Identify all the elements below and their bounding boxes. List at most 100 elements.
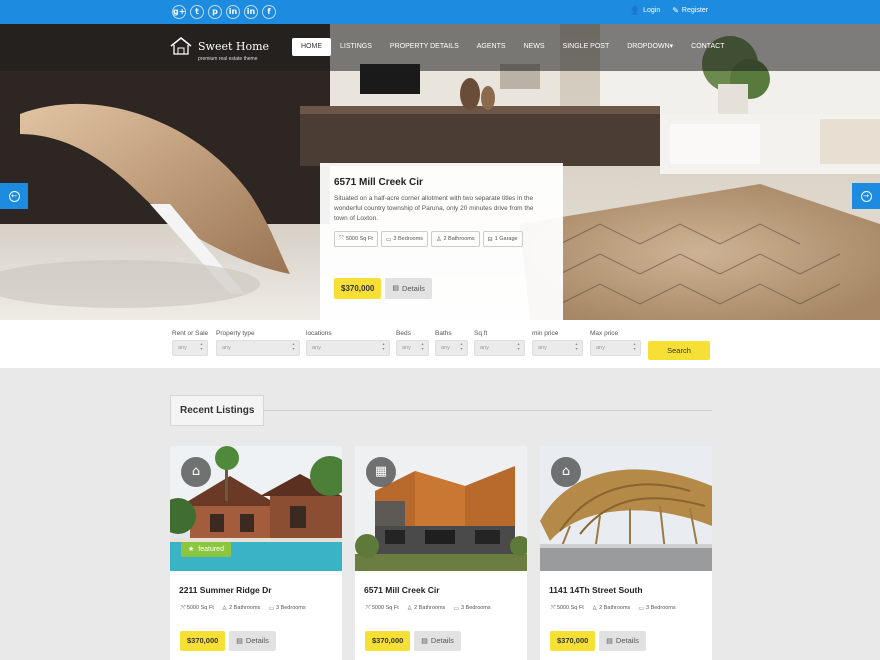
search-field-label: Property type	[216, 330, 255, 337]
bath-icon: ♙	[406, 604, 413, 612]
nav-dropdown[interactable]: DROPDOWN▾	[618, 38, 682, 56]
search-field-label: Baths	[435, 330, 452, 337]
listing-sqft-label: 5000 Sq Ft	[556, 605, 584, 611]
nav-listings[interactable]: LISTINGS	[331, 38, 381, 56]
area-icon: ⤧	[180, 604, 185, 611]
listing-photo[interactable]: ▦	[355, 446, 527, 571]
search-locations: locations any	[306, 330, 390, 356]
search-field-label: locations	[306, 330, 332, 337]
listing-details-button[interactable]: ▤ Details	[599, 631, 646, 651]
search-sqft: Sq ft any	[474, 330, 525, 356]
listing-sqft-label: 5000 Sq Ft	[371, 605, 399, 611]
feature-sqft-label: 5000 Sq Ft	[345, 236, 373, 242]
search-button[interactable]: Search	[648, 341, 710, 360]
listing-features: ⤧ 5000 Sq Ft ♙ 2 Bathrooms ▭ 3 Bedrooms	[550, 604, 676, 612]
nav-contact[interactable]: CONTACT	[682, 38, 733, 56]
hero-property-description: Situated on a half-acre corner allotment…	[334, 195, 534, 222]
search-rent-or-sale: Rent or Sale any	[172, 330, 208, 356]
listing-details-label: Details	[615, 636, 639, 645]
twitter-icon[interactable]: t	[190, 5, 204, 19]
brand-tagline: premium real estate theme	[198, 56, 258, 62]
rent-or-sale-select[interactable]: any	[172, 340, 208, 356]
listing-card: ⌂ ★ featured 2211 Summer Ridge Dr ⤧ 5000 S…	[170, 446, 342, 660]
area-icon: ⤧	[550, 604, 555, 611]
listing-sqft: ⤧ 5000 Sq Ft	[365, 604, 399, 612]
listing-price: $370,000	[550, 631, 596, 651]
listing-sqft: ⤧ 5000 Sq Ft	[550, 604, 584, 612]
slider-next-button[interactable]: →	[852, 183, 880, 209]
listing-baths: ♙ 2 Bathrooms	[592, 604, 631, 612]
top-bar: g+ t p in in f 👤 Login ✎ Register	[0, 0, 880, 24]
user-icon: 👤	[630, 6, 641, 15]
feature-bedrooms-label: 3 Bedrooms	[393, 236, 424, 242]
linkedin-icon[interactable]: in	[244, 5, 258, 19]
listing-title[interactable]: 2211 Summer Ridge Dr	[179, 585, 272, 595]
locations-select[interactable]: any	[306, 340, 390, 356]
featured-badge: ★ featured	[181, 542, 231, 557]
max-price-select[interactable]: any	[590, 340, 641, 356]
nav-single-post[interactable]: SINGLE POST	[554, 38, 619, 56]
main-menu: HOME LISTINGS PROPERTY DETAILS AGENTS NE…	[292, 38, 733, 56]
area-icon: ⤧	[365, 604, 370, 611]
listing-baths-label: 2 Bathrooms	[414, 605, 446, 611]
nav-agents[interactable]: AGENTS	[468, 38, 515, 56]
bath-icon: ♙	[436, 235, 442, 243]
listing-features: ⤧ 5000 Sq Ft ♙ 2 Bathrooms ▭ 3 Bedrooms	[365, 604, 491, 612]
brand-name: Sweet Home	[198, 40, 270, 53]
min-price-select[interactable]: any	[532, 340, 583, 356]
hero-slider: Sweet Home premium real estate theme HOM…	[0, 24, 880, 320]
listing-price-row: $370,000 ▤ Details	[180, 631, 276, 651]
listing-price: $370,000	[180, 631, 226, 651]
login-link[interactable]: 👤 Login	[630, 6, 660, 15]
dribbble-icon[interactable]: in	[226, 5, 240, 19]
baths-select[interactable]: any	[435, 340, 468, 356]
search-beds: Beds any	[396, 330, 429, 356]
document-icon: ▤	[606, 637, 613, 645]
building-icon: ▦	[366, 457, 396, 487]
listing-card: ⌂ 1141 14Th Street South ⤧ 5000 Sq Ft ♙ 2 …	[540, 446, 712, 660]
register-link[interactable]: ✎ Register	[672, 6, 708, 15]
listing-details-button[interactable]: ▤ Details	[229, 631, 276, 651]
listing-baths-label: 2 Bathrooms	[229, 605, 261, 611]
sqft-select[interactable]: any	[474, 340, 525, 356]
pinterest-icon[interactable]: p	[208, 5, 222, 19]
listing-price-row: $370,000 ▤ Details	[365, 631, 461, 651]
feature-bathrooms: ♙ 2 Bathrooms	[431, 231, 480, 247]
feature-bedrooms: ▭ 3 Bedrooms	[380, 231, 429, 247]
property-type-select[interactable]: any	[216, 340, 300, 356]
listing-baths: ♙ 2 Bathrooms	[222, 604, 261, 612]
bed-icon: ▭	[385, 235, 392, 243]
listing-price-row: $370,000 ▤ Details	[550, 631, 646, 651]
listing-title[interactable]: 1141 14Th Street South	[549, 585, 643, 595]
listing-photo[interactable]: ⌂	[540, 446, 712, 571]
facebook-icon[interactable]: f	[262, 5, 276, 19]
heading-divider	[263, 410, 712, 411]
search-field-label: Rent or Sale	[172, 330, 209, 337]
hero-details-button[interactable]: ▤ Details	[385, 278, 432, 299]
hero-price-row: $370,000 ▤ Details	[334, 278, 432, 299]
listing-details-button[interactable]: ▤ Details	[414, 631, 461, 651]
google-plus-icon[interactable]: g+	[172, 5, 186, 19]
featured-label: featured	[198, 546, 224, 553]
arrow-right-icon: →	[860, 190, 872, 202]
search-property-type: Property type any	[216, 330, 300, 356]
slider-prev-button[interactable]: ←	[0, 183, 28, 209]
listing-beds: ▭ 3 Bedrooms	[268, 604, 305, 612]
feature-bathrooms-label: 2 Bathrooms	[443, 236, 475, 242]
bed-icon: ▭	[268, 604, 274, 612]
auth-links: 👤 Login ✎ Register	[630, 6, 708, 15]
feature-garage: ⊟ 1 Garage	[482, 231, 523, 247]
hero-property-title[interactable]: 6571 Mill Creek Cir	[334, 177, 549, 188]
listing-title[interactable]: 6571 Mill Creek Cir	[364, 585, 440, 595]
listing-photo[interactable]: ⌂ ★ featured	[170, 446, 342, 571]
nav-news[interactable]: NEWS	[515, 38, 554, 56]
listing-features: ⤧ 5000 Sq Ft ♙ 2 Bathrooms ▭ 3 Bedrooms	[180, 604, 306, 612]
nav-property-details[interactable]: PROPERTY DETAILS	[381, 38, 468, 56]
star-icon: ★	[188, 545, 195, 553]
listing-details-label: Details	[430, 636, 454, 645]
nav-home[interactable]: HOME	[292, 38, 331, 56]
site-logo[interactable]: Sweet Home premium real estate theme	[170, 37, 269, 62]
listing-price: $370,000	[365, 631, 411, 651]
beds-select[interactable]: any	[396, 340, 429, 356]
listing-beds: ▭ 3 Bedrooms	[638, 604, 675, 612]
